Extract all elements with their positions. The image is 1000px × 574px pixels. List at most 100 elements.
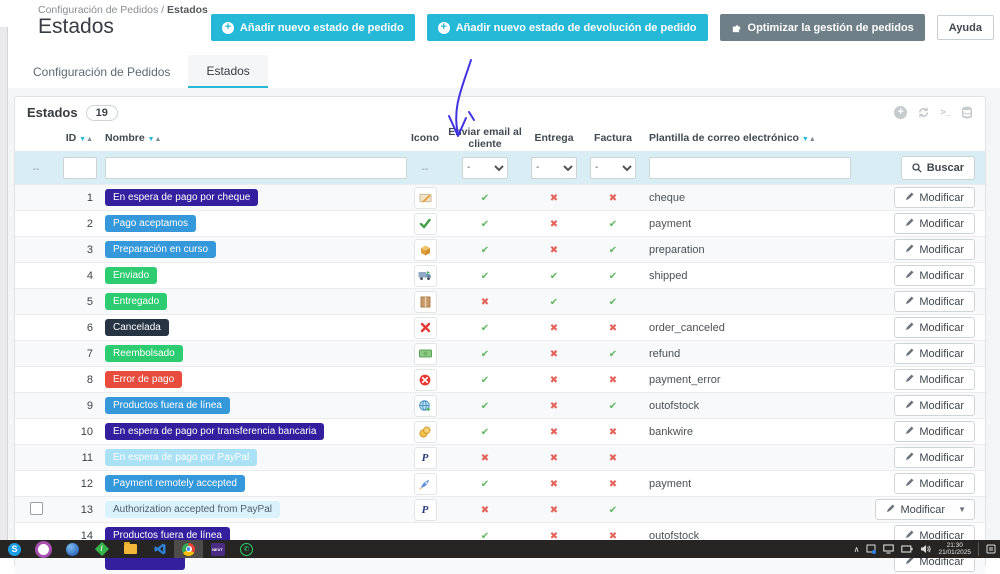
purple-ring-icon (35, 540, 52, 558)
row-actions-cell: Modificar (856, 369, 985, 390)
table-row[interactable]: 12 Payment remotely accepted ✔ ✖ ✖ payment Mod… (15, 470, 985, 496)
table-row[interactable]: 6 Cancelada ✔ ✖ ✖ order_canceled Modificar (15, 314, 985, 340)
filter-icon-placeholder: -- (421, 163, 429, 175)
taskbar-app-blue-sphere-app[interactable] (58, 540, 87, 558)
cross-mark-icon: ✖ (608, 452, 618, 464)
row-name-cell: Cancelada (103, 319, 403, 336)
filter-template-input[interactable] (649, 156, 851, 179)
add-new-icon[interactable]: + (894, 106, 908, 119)
help-button[interactable]: Ayuda (936, 15, 994, 40)
notification-center-icon[interactable] (986, 544, 996, 554)
export-db-icon[interactable] (961, 106, 973, 119)
table-row[interactable]: 5 Entregado ✖ ✔ ✔ Modificar (15, 288, 985, 314)
modify-button[interactable]: Modificar (894, 395, 975, 416)
add-return-status-button[interactable]: + Añadir nuevo estado de devolución de p… (426, 14, 708, 41)
tab-order-settings[interactable]: Configuración de Pedidos (15, 55, 188, 88)
optimize-orders-button[interactable]: Optimizar la gestión de pedidos (719, 14, 925, 41)
row-name-cell: En espera de pago por PayPal (103, 449, 403, 466)
modify-button[interactable]: Modificar (894, 213, 975, 234)
modify-button[interactable]: Modificar (894, 447, 975, 468)
modify-label: Modificar (919, 243, 964, 256)
header-id[interactable]: ID ▼▲ (57, 132, 103, 144)
table-row[interactable]: 11 En espera de pago por PayPal P ✖ ✖ ✖ Modifi… (15, 444, 985, 470)
header-name[interactable]: Nombre ▼▲ (103, 132, 403, 144)
optimize-label: Optimizar la gestión de pedidos (747, 21, 914, 34)
vscode-icon (154, 543, 165, 555)
filter-email-select[interactable]: - (462, 156, 508, 179)
chrome-icon (182, 542, 195, 556)
taskbar-app-next-app[interactable]: NEXT (203, 540, 232, 558)
sort-asc-icon[interactable]: ▲ (155, 136, 162, 143)
row-id: 5 (86, 295, 93, 308)
taskbar-clock[interactable]: 21:30 21/01/2025 (938, 542, 971, 556)
table-row[interactable]: 13 Authorization accepted from PayPal P ✖ ✖ ✔… (15, 496, 985, 522)
sort-asc-icon[interactable]: ▲ (86, 136, 93, 143)
tray-battery-icon[interactable] (901, 545, 914, 553)
dropdown-caret-icon[interactable]: ▼ (958, 505, 966, 514)
filter-row: -- -- - - - Buscar (15, 151, 985, 184)
taskbar-app-purple-ring-app[interactable] (29, 540, 58, 558)
refresh-icon[interactable] (917, 106, 930, 119)
sort-desc-icon[interactable]: ▼ (148, 136, 155, 143)
tray-window-icon[interactable] (866, 544, 877, 554)
sort-desc-icon[interactable]: ▼ (802, 136, 809, 143)
tray-monitor-icon[interactable] (883, 544, 895, 554)
search-button[interactable]: Buscar (900, 155, 975, 180)
table-row[interactable]: 8 Error de pago ✔ ✖ ✖ payment_error Modificar (15, 366, 985, 392)
paypal-icon: P (413, 498, 437, 521)
modify-label: Modificar (919, 269, 964, 282)
modify-button[interactable]: Modificar (894, 265, 975, 286)
fact-cell: ✔ (585, 296, 641, 308)
add-order-status-button[interactable]: + Añadir nuevo estado de pedido (210, 14, 415, 41)
filter-invoice-select[interactable]: - (590, 156, 636, 179)
sort-asc-icon[interactable]: ▲ (809, 136, 816, 143)
tray-speaker-icon[interactable] (920, 544, 932, 554)
modify-button[interactable]: Modificar (894, 369, 975, 390)
email-cell: ✔ (447, 478, 523, 490)
row-actions-cell: Modificar (856, 343, 985, 364)
filter-delivery-select[interactable]: - (531, 156, 577, 179)
table-row[interactable]: 7 Reembolsado ✔ ✖ ✔ refund Modificar (15, 340, 985, 366)
modify-button[interactable]: Modificar (894, 187, 975, 208)
row-id: 3 (86, 243, 93, 256)
filter-name-input[interactable] (105, 156, 407, 179)
row-actions-cell: Modificar (856, 421, 985, 442)
taskbar-app-skype[interactable]: S (0, 540, 29, 558)
taskbar-app-chrome[interactable] (174, 540, 203, 558)
cross-mark-icon: ✖ (480, 452, 490, 464)
table-row[interactable]: 9 Productos fuera de línea ✔ ✖ ✔ outofstock Mo… (15, 392, 985, 418)
table-row[interactable]: 4 Enviado ✔ ✔ ✔ shipped Modificar (15, 262, 985, 288)
table-row[interactable]: 2 Pago aceptamos ✔ ✖ ✔ payment Modificar (15, 210, 985, 236)
row-id: 8 (86, 373, 93, 386)
next-app-icon: NEXT (210, 542, 225, 556)
row-template: order_canceled (649, 321, 725, 334)
email-cell: ✖ (447, 504, 523, 516)
pencil-icon (905, 426, 914, 438)
modify-button[interactable]: Modificar (894, 421, 975, 442)
sql-console-icon[interactable]: >_ (940, 108, 951, 118)
row-template: refund (649, 347, 681, 360)
tab-statuses[interactable]: Estados (188, 55, 268, 88)
fact-cell: ✖ (585, 478, 641, 490)
taskbar-app-whatsapp[interactable]: ✆ (232, 540, 261, 558)
header-template[interactable]: Plantilla de correo electrónico ▼▲ (641, 132, 856, 144)
taskbar-app-vscode[interactable] (145, 540, 174, 558)
tray-expand-icon[interactable]: ∧ (854, 545, 860, 554)
taskbar-app-green-diamond-app[interactable]: / (87, 540, 116, 558)
table-row[interactable]: 3 Preparación en curso ✔ ✖ ✔ preparation Modif… (15, 236, 985, 262)
table-row[interactable]: 10 En espera de pago por transferencia ba… (15, 418, 985, 444)
check-mark-icon: ✔ (608, 348, 618, 360)
table-row[interactable]: 1 En espera de pago por cheque ✔ ✖ ✖ cheque Mo… (15, 184, 985, 210)
breadcrumb-current: Estados (167, 4, 208, 16)
filter-id-input[interactable] (63, 156, 97, 179)
modify-button[interactable]: Modificar (894, 291, 975, 312)
modify-button[interactable]: Modificar ▼ (875, 499, 975, 520)
del-cell: ✔ (523, 270, 585, 282)
panel-title: Estados (27, 105, 78, 120)
modify-button[interactable]: Modificar (894, 239, 975, 260)
row-checkbox[interactable] (29, 501, 43, 515)
modify-button[interactable]: Modificar (894, 317, 975, 338)
modify-button[interactable]: Modificar (894, 473, 975, 494)
modify-button[interactable]: Modificar (894, 343, 975, 364)
taskbar-app-file-explorer[interactable] (116, 540, 145, 558)
